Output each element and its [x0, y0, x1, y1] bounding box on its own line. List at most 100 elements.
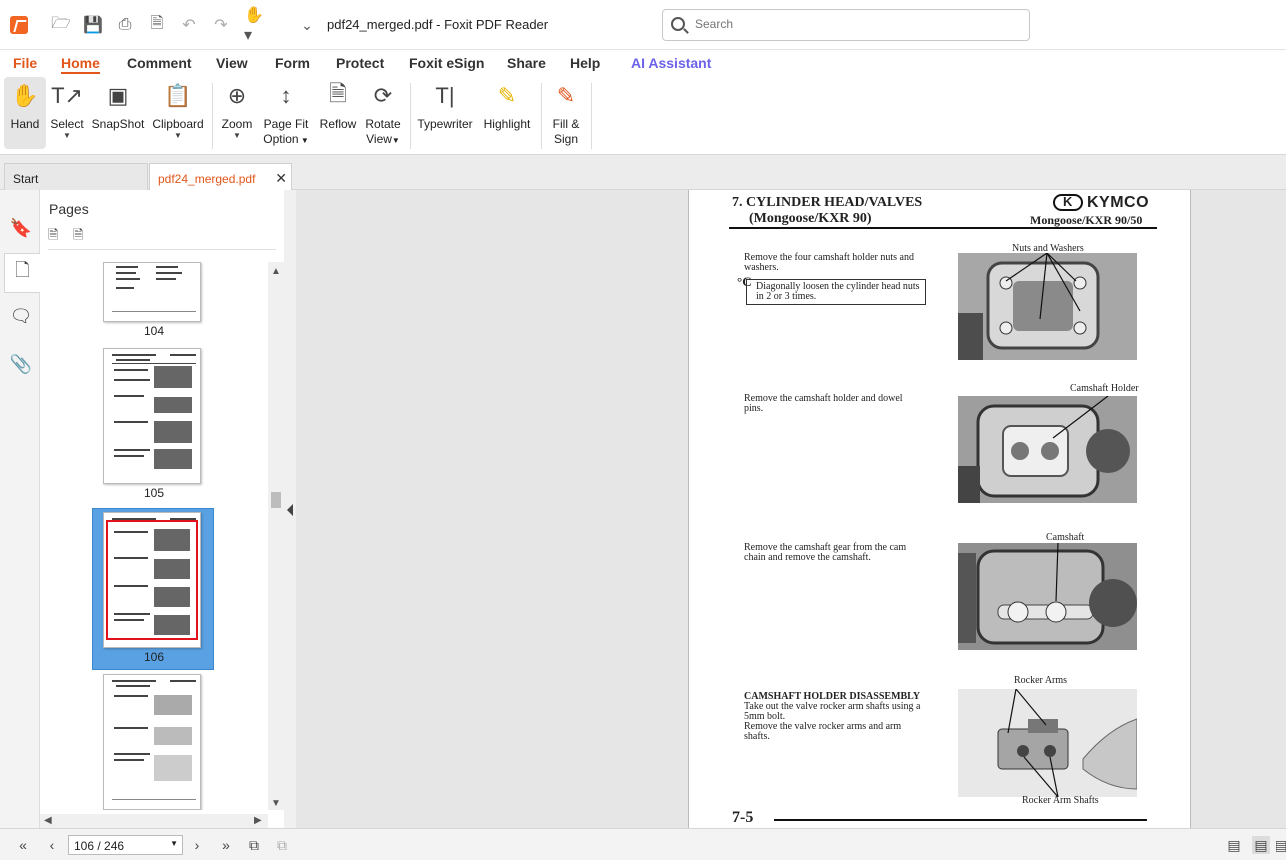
page-dropdown-icon[interactable]: ▼ [170, 839, 178, 848]
foxit-logo-icon[interactable] [10, 16, 28, 34]
pages-icon[interactable]: 🗋 [4, 253, 40, 293]
page-thumbnail[interactable] [103, 348, 201, 484]
scroll-down-icon[interactable]: ▼ [271, 798, 281, 809]
scroll-up-icon[interactable]: ▲ [271, 266, 281, 277]
step1-line2: washers. [744, 262, 779, 273]
page-number-field[interactable]: 106 / 246 ▼ [68, 835, 183, 855]
reflow-button[interactable]: 🗎 Reflow [317, 77, 359, 149]
facing-view-icon[interactable]: ▤ [1276, 836, 1286, 854]
snapshot-label: SnapShot [91, 117, 145, 131]
bookmark-icon[interactable]: 🔖 [8, 215, 34, 241]
customize-chevron-icon[interactable]: ⌄ [296, 14, 318, 36]
thumbnail-text-line [170, 680, 196, 682]
next-page-icon[interactable]: › [188, 836, 206, 854]
undo-icon[interactable]: ↶ [178, 14, 200, 36]
thumbnail-vertical-scrollbar[interactable]: ▲ ▼ [268, 262, 284, 810]
thumbnail-text-line [116, 266, 138, 268]
menu-comment[interactable]: Comment [127, 55, 192, 71]
typewriter-button[interactable]: T| Typewriter [416, 77, 474, 149]
snapshot-button[interactable]: ▣ SnapShot [90, 77, 146, 149]
page-fit-icon: ↕ [280, 83, 292, 108]
thumbnail-text-line [114, 585, 148, 587]
menu-help[interactable]: Help [570, 55, 600, 71]
menu-ai-assistant[interactable]: AI Assistant [631, 55, 711, 71]
page-search-icon[interactable]: 🗎 [73, 226, 91, 244]
page-fit-option-button[interactable]: ↕ Page Fit Option ▼ [262, 77, 310, 149]
reflow-label: Reflow [319, 117, 357, 131]
attachment-icon[interactable]: 📎 [8, 351, 34, 377]
hand-button[interactable]: ✋ Hand [4, 77, 46, 149]
photo-caption: Rocker Arm Shafts [1022, 795, 1099, 806]
typewriter-label: Typewriter [417, 117, 473, 131]
scroll-right-icon[interactable]: ▶ [254, 815, 262, 826]
photo-illustration [958, 396, 1137, 503]
first-page-icon[interactable]: « [14, 836, 32, 854]
menu-view[interactable]: View [216, 55, 248, 71]
last-page-icon[interactable]: » [217, 836, 235, 854]
menu-form[interactable]: Form [275, 55, 310, 71]
menu-home[interactable]: Home [61, 55, 100, 74]
thumbnail-photo [154, 529, 190, 551]
page-thumbnail-selected[interactable] [103, 512, 201, 648]
fill-sign-label: Fill & Sign [553, 117, 580, 147]
rotate-view-button[interactable]: ⟳ Rotate View▼ [363, 77, 403, 149]
print-icon[interactable]: ⎙ [114, 14, 136, 36]
select-text-icon: T↗ [51, 83, 83, 108]
zoom-button[interactable]: ⊕ Zoom ▼ [219, 77, 255, 149]
next-view-icon[interactable]: ⧉ [273, 836, 291, 854]
rotate-label-line1: Rotate [365, 117, 401, 131]
step-text: Remove the camshaft holder and dowel pin… [744, 394, 929, 414]
cylinder-head-photo [958, 253, 1137, 360]
document-viewer[interactable]: 7. CYLINDER HEAD/VALVES (Mongoose/KXR 90… [296, 190, 1286, 828]
page-subheading: (Mongoose/KXR 90) [749, 211, 872, 226]
document-icon[interactable]: 🗎 [146, 14, 168, 36]
menu-bar: File Home Comment View Form Protect Foxi… [0, 50, 1286, 77]
highlight-label: Highlight [483, 117, 531, 131]
thumbnail-text-line [156, 272, 182, 274]
fill-and-sign-button[interactable]: ✎ Fill & Sign [548, 77, 584, 149]
thumbnail-text-line [114, 455, 144, 457]
page-thumbnail[interactable] [103, 262, 201, 322]
hand-icon: ✋ [11, 83, 39, 108]
single-page-view-icon[interactable]: ▤ [1225, 836, 1243, 854]
search-input[interactable] [695, 17, 1015, 31]
menu-foxit-esign[interactable]: Foxit eSign [409, 55, 484, 71]
previous-view-icon[interactable]: ⧉ [245, 836, 263, 854]
scroll-left-icon[interactable]: ◀ [44, 815, 52, 826]
clipboard-button[interactable]: 📋 Clipboard ▼ [150, 77, 206, 149]
thumbnail-label: 104 [143, 324, 165, 338]
photo-illustration [958, 543, 1137, 650]
previous-page-icon[interactable]: ‹ [43, 836, 61, 854]
page-thumbnail[interactable] [103, 674, 201, 810]
tab-start[interactable]: Start [4, 163, 148, 190]
redo-icon[interactable]: ↷ [210, 14, 232, 36]
menu-share[interactable]: Share [507, 55, 546, 71]
search-box[interactable] [662, 9, 1030, 41]
select-label: Select [50, 117, 84, 131]
page-options-icon[interactable]: 🗎 [48, 226, 66, 244]
thumbnail-label: 106 [143, 650, 165, 664]
thumbnail-text-line [112, 354, 156, 356]
continuous-view-icon[interactable]: ▤ [1252, 836, 1270, 854]
menu-protect[interactable]: Protect [336, 55, 384, 71]
collapse-panel-icon[interactable] [287, 504, 293, 516]
close-tab-icon[interactable]: ✕ [275, 170, 287, 187]
select-button[interactable]: T↗ Select ▼ [49, 77, 85, 149]
tab-pdf24-merged[interactable]: pdf24_merged.pdf ✕ [149, 163, 292, 190]
scrollbar-thumb[interactable] [271, 492, 281, 508]
step4-line4: shafts. [744, 731, 770, 742]
open-folder-icon[interactable]: 🗁 [50, 14, 72, 36]
step4-line3: Remove the valve rocker arms and arm [744, 721, 902, 732]
thumbnail-horizontal-scrollbar[interactable]: ◀ ▶ [40, 814, 268, 828]
panel-splitter[interactable] [284, 190, 296, 828]
highlight-button[interactable]: ✎ Highlight [480, 77, 534, 149]
comments-icon[interactable]: 🗨 [8, 303, 34, 329]
thumbnail-footer-line [112, 311, 196, 312]
navigation-rail: 🔖 🗋 🗨 📎 [0, 190, 40, 828]
save-icon[interactable]: 💾 [82, 14, 104, 36]
menu-file[interactable]: File [13, 55, 37, 71]
step2-line1: Remove the camshaft holder and dowel [744, 393, 903, 404]
hand-tool-dropdown-icon[interactable]: ✋▾ [244, 7, 266, 44]
pages-panel-title: Pages [49, 201, 89, 217]
page-number: 7-5 [732, 809, 754, 826]
